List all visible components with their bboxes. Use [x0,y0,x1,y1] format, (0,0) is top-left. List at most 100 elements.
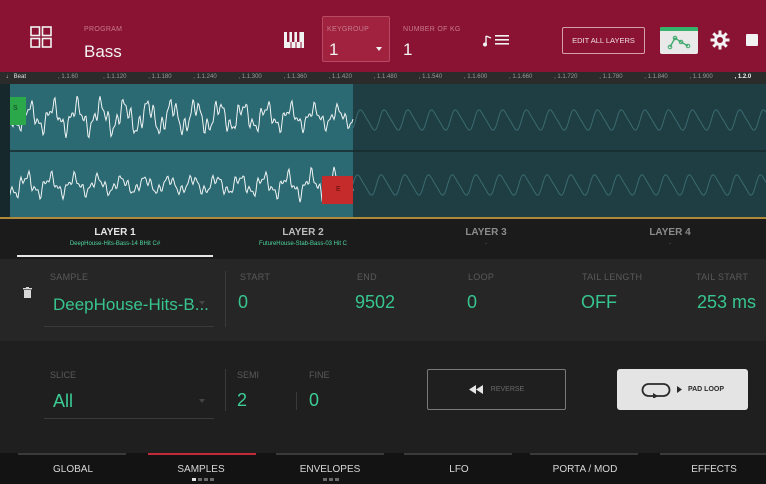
loop-value[interactable]: 0 [467,292,477,313]
end-label: END [357,272,377,282]
piano-icon[interactable] [284,32,304,48]
start-marker[interactable]: S [10,97,26,125]
ruler-tick: , 1.1.300 [238,74,262,80]
layer-2-sample: FutureHouse-Stab-Bass-03 Hit C [258,241,348,247]
reverse-label: REVERSE [490,386,525,393]
sample-params-panel: SAMPLE DeepHouse-Hits-B... START 0 END 9… [0,259,766,341]
fine-value[interactable]: 0 [309,390,319,411]
chevron-down-icon [199,301,205,305]
layer-1-sample: DeepHouse-Hits-Bass-14 BHit C# [69,241,161,247]
semi-label: SEMI [237,370,260,380]
ruler-tick: , 1.1.720 [554,74,578,80]
pad-loop-button[interactable]: PAD LOOP [617,369,748,410]
tab-layer-1[interactable]: LAYER 1 DeepHouse-Hits-Bass-14 BHit C# [20,219,210,259]
tab-layer-2[interactable]: LAYER 2 FutureHouse-Stab-Bass-03 Hit C [208,219,398,259]
tab-indicator [660,453,766,455]
loop-label: LOOP [468,272,495,282]
envelope-view-button[interactable] [660,27,698,54]
note-list-icon[interactable] [483,32,511,48]
fine-label: FINE [309,370,330,380]
play-icon [676,386,682,393]
active-layer-indicator [17,255,213,257]
ruler-tick: , 1.1.420 [328,74,352,80]
more-icon[interactable] [746,34,758,46]
tab-layer-4[interactable]: LAYER 4 - [575,219,765,259]
playback-params-panel: SLICE All SEMI 2 FINE 0 REVERSE PAD LOOP [0,341,766,453]
edit-all-layers-button[interactable]: EDIT ALL LAYERS [562,27,645,54]
pad-loop-label: PAD LOOP [687,386,725,393]
timeline-ruler[interactable]: ♩ Beat , 1.1.60 , 1.1.120 , 1.1.180 , 1.1.2… [0,72,766,84]
start-label: START [240,272,271,282]
layer-2-name: LAYER 2 [282,227,324,238]
gear-icon[interactable] [710,30,730,50]
tab-layer-3[interactable]: LAYER 3 - [391,219,581,259]
tab-porta-mod[interactable]: PORTA / MOD [510,453,660,484]
keygroup-label: KEYGROUP [327,26,370,33]
chevron-down-icon [376,47,382,51]
slice-value: All [53,391,74,411]
sample-select[interactable]: DeepHouse-Hits-B... [44,285,214,327]
tab-samples-label: SAMPLES [177,464,225,475]
bottom-tab-bar: GLOBAL SAMPLES ENVELOPES LFO PORTA / MOD… [0,453,766,484]
layer-4-name: LAYER 4 [649,227,691,238]
loop-icon [641,382,671,398]
ruler-tick: , 1.1.240 [193,74,217,80]
tab-effects-label: EFFECTS [691,464,737,475]
divider [296,392,297,410]
beat-label: ♩ Beat [6,74,27,80]
ruler-tick: , 1.1.360 [283,74,307,80]
keygroup-value: 1 [329,40,339,59]
envelope-icon [667,35,691,50]
tab-indicator [276,453,384,455]
program-name[interactable]: Bass [84,42,122,62]
tab-indicator [530,453,638,455]
sample-value: DeepHouse-Hits-B... [53,295,209,314]
page-dots [192,478,214,481]
semi-value[interactable]: 2 [237,390,247,411]
tab-indicator [404,453,512,455]
ruler-tick: , 1.1.60 [58,74,79,80]
waveform [0,95,766,205]
layer-3-sample: - [485,241,487,247]
ruler-tick: , 1.1.120 [103,74,127,80]
chevron-down-icon [199,399,205,403]
divider [225,369,226,411]
tail-start-label: TAIL START [696,272,749,282]
ruler-tick: , 1.1.840 [644,74,668,80]
tab-indicator-active [148,453,256,455]
number-of-kg-label: NUMBER OF KG [403,26,461,33]
tab-envelopes-label: ENVELOPES [299,464,361,475]
program-label: PROGRAM [84,26,123,33]
slice-select[interactable]: All [44,375,214,419]
tab-effects[interactable]: EFFECTS [640,453,766,484]
trash-icon[interactable] [23,287,32,298]
keygroup-selector[interactable]: KEYGROUP 1 [322,16,390,62]
waveform-display[interactable]: S E [0,84,766,218]
header-bar: PROGRAM Bass KEYGROUP 1 NUMBER OF KG 1 E… [0,0,766,72]
end-value[interactable]: 9502 [355,292,395,313]
divider [225,271,226,327]
ruler-tick: , 1.1.480 [373,74,398,80]
layer-1-name: LAYER 1 [94,227,136,238]
ruler-tick: , 1.1.180 [148,74,172,80]
tail-length-label: TAIL LENGTH [582,272,643,282]
ruler-tick: , 1.2.0 [734,74,752,80]
rewind-icon [468,385,483,394]
waveform-scroll-handle[interactable] [0,84,10,218]
tab-indicator [18,453,126,455]
ruler-tick: , 1.1.600 [463,74,488,80]
ruler-tick: , 1.1.660 [509,74,533,80]
number-of-kg-value[interactable]: 1 [403,40,412,60]
sample-label: SAMPLE [50,272,89,282]
tail-length-value[interactable]: OFF [581,292,617,313]
end-marker[interactable]: E [322,176,353,204]
ruler-tick: , 1.1.540 [418,74,443,80]
page-dots [323,478,339,481]
grid-icon[interactable] [30,26,52,48]
start-value[interactable]: 0 [238,292,248,313]
tail-start-value[interactable]: 253 ms [697,292,756,313]
ruler-tick: , 1.1.900 [689,74,713,80]
layer-3-name: LAYER 3 [465,227,507,238]
layer-tabs: LAYER 1 DeepHouse-Hits-Bass-14 BHit C# L… [0,219,766,259]
reverse-button[interactable]: REVERSE [427,369,566,410]
